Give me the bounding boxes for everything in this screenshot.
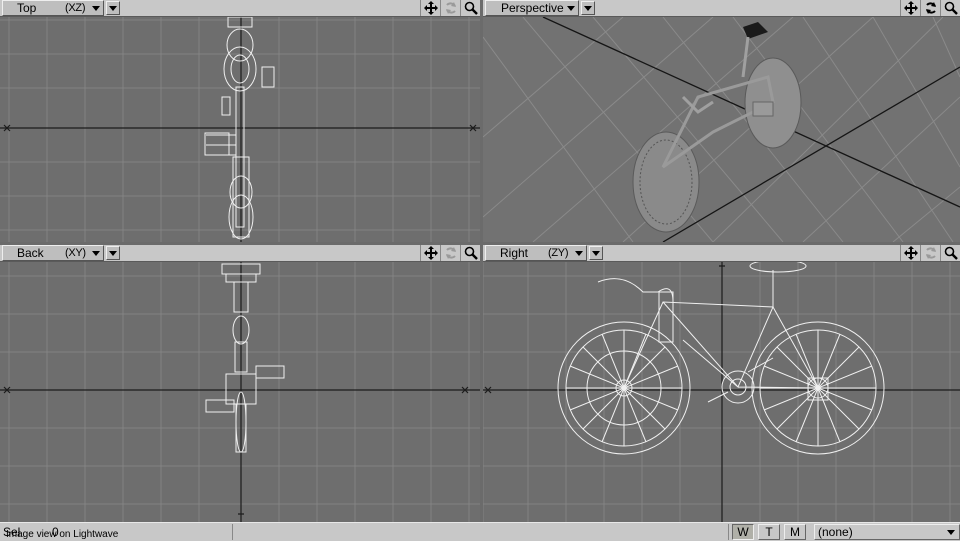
zoom-view-button[interactable] bbox=[460, 0, 480, 16]
move-view-icon bbox=[423, 246, 438, 260]
view-type-select[interactable]: Right (ZY) bbox=[485, 245, 587, 261]
zoom-view-icon bbox=[464, 246, 478, 260]
viewport-header: Perspective bbox=[483, 0, 960, 17]
rotate-view-button[interactable] bbox=[920, 245, 940, 261]
bicycle-wireframe bbox=[205, 263, 285, 453]
move-view-icon bbox=[903, 246, 918, 260]
rotate-view-button[interactable] bbox=[440, 0, 460, 16]
viewport-canvas[interactable] bbox=[483, 262, 960, 522]
view-axis-label: (XZ) bbox=[65, 2, 86, 14]
viewport-canvas[interactable] bbox=[0, 262, 480, 522]
zoom-view-icon bbox=[464, 1, 478, 15]
view-type-select[interactable]: Perspective bbox=[485, 0, 579, 16]
bicycle-wireframe bbox=[557, 262, 885, 455]
perspective-view-svg bbox=[483, 17, 960, 242]
dropdown-arrow-icon bbox=[567, 5, 575, 11]
view-type-select[interactable]: Top (XZ) bbox=[2, 0, 104, 16]
dropdown-arrow-icon bbox=[947, 530, 955, 535]
view-type-label: Perspective bbox=[501, 1, 564, 15]
status-divider bbox=[232, 524, 233, 540]
wireframe-toggle-button[interactable]: W bbox=[732, 524, 754, 540]
zoom-view-button[interactable] bbox=[940, 0, 960, 16]
dropdown-arrow-icon bbox=[92, 5, 100, 11]
axis-lines bbox=[483, 262, 960, 522]
dropdown-arrow-icon bbox=[592, 250, 600, 256]
dropdown-arrow-icon bbox=[109, 5, 117, 11]
back-view-svg bbox=[0, 262, 480, 522]
view-type-label: Back bbox=[17, 246, 44, 260]
dropdown-arrow-icon bbox=[92, 250, 100, 256]
view-options-button[interactable] bbox=[106, 246, 120, 260]
rotate-view-icon bbox=[925, 2, 936, 14]
view-options-button[interactable] bbox=[581, 1, 595, 15]
morph-toggle-button[interactable]: M bbox=[784, 524, 806, 540]
view-options-button[interactable] bbox=[589, 246, 603, 260]
move-view-button[interactable] bbox=[900, 0, 920, 16]
top-view-svg bbox=[0, 17, 480, 242]
rotate-view-icon bbox=[445, 2, 456, 14]
view-type-label: Top bbox=[17, 1, 37, 15]
status-hint: Image view on Lightwave bbox=[6, 529, 119, 540]
view-type-label: Right bbox=[500, 246, 529, 260]
dropdown-arrow-icon bbox=[109, 250, 117, 256]
view-options-button[interactable] bbox=[106, 1, 120, 15]
rotate-view-icon bbox=[445, 247, 456, 259]
rotate-view-button[interactable] bbox=[440, 245, 460, 261]
zoom-view-icon bbox=[944, 1, 958, 15]
view-type-select[interactable]: Back (XY) bbox=[2, 245, 104, 261]
move-view-icon bbox=[903, 1, 918, 15]
view-axis-label: (ZY) bbox=[548, 247, 569, 259]
move-view-button[interactable] bbox=[420, 245, 440, 261]
zoom-view-icon bbox=[944, 246, 958, 260]
viewport-perspective[interactable]: Perspective bbox=[483, 0, 960, 242]
texture-toggle-button[interactable]: T bbox=[758, 524, 780, 540]
rotate-view-icon bbox=[925, 247, 936, 259]
view-axis-label: (XY) bbox=[65, 247, 86, 259]
viewport-header: Top (XZ) bbox=[0, 0, 480, 17]
move-view-button[interactable] bbox=[420, 0, 440, 16]
zoom-view-button[interactable] bbox=[460, 245, 480, 261]
move-view-icon bbox=[423, 1, 438, 15]
zoom-view-button[interactable] bbox=[940, 245, 960, 261]
viewport-right[interactable]: Right (ZY) bbox=[483, 245, 960, 522]
dropdown-arrow-icon bbox=[584, 5, 592, 11]
layer-select[interactable]: (none) bbox=[814, 524, 960, 540]
layer-select-value: (none) bbox=[818, 525, 853, 539]
move-view-button[interactable] bbox=[900, 245, 920, 261]
viewport-header: Right (ZY) bbox=[483, 245, 960, 262]
status-divider bbox=[728, 524, 729, 540]
viewport-canvas[interactable] bbox=[0, 17, 480, 242]
rotate-view-button[interactable] bbox=[920, 0, 940, 16]
dropdown-arrow-icon bbox=[575, 250, 583, 256]
viewport-canvas[interactable] bbox=[483, 17, 960, 242]
viewport-top[interactable]: Top (XZ) bbox=[0, 0, 480, 242]
viewport-header: Back (XY) bbox=[0, 245, 480, 262]
viewport-back[interactable]: Back (XY) bbox=[0, 245, 480, 522]
status-bar: Sel 0 Image view on Lightwave W T M (non… bbox=[0, 522, 960, 541]
right-view-svg bbox=[483, 262, 960, 522]
